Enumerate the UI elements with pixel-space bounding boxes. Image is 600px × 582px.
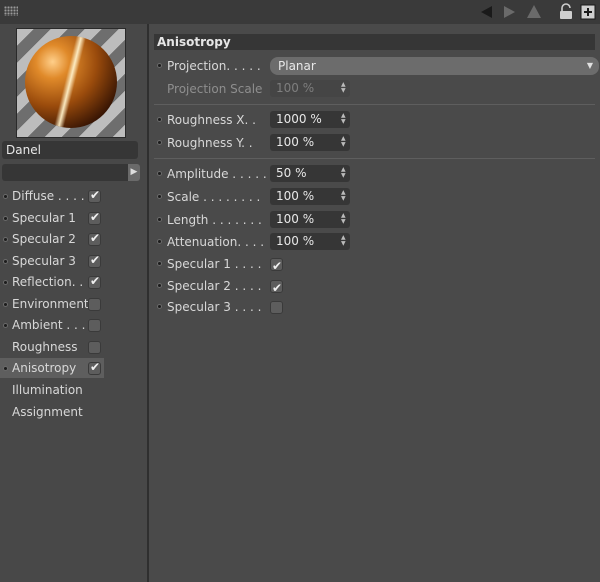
channel-checkbox[interactable] [88, 360, 101, 375]
material-selector[interactable] [2, 164, 128, 181]
material-arrow-icon[interactable]: ▶ [128, 164, 140, 181]
channel-label: Specular 2 [12, 232, 76, 246]
spinner-icon[interactable]: ▲ ▼ [341, 113, 347, 126]
animation-dot-icon[interactable] [157, 217, 162, 222]
up-arrow-icon[interactable] [525, 3, 543, 21]
animation-dot-icon[interactable] [157, 239, 162, 244]
specular-toggle-row: Specular 1 . . . . [154, 254, 595, 276]
lock-icon[interactable] [557, 3, 575, 21]
specular-toggle-label: Specular 1 . . . . [167, 257, 262, 271]
channel-dot-icon [3, 366, 8, 371]
scale-row: Scale . . . . . . . . 100 % ▲ ▼ [154, 187, 595, 207]
scale-field[interactable]: 100 % ▲ ▼ [270, 188, 350, 205]
amplitude-row: Amplitude . . . . . 50 % ▲ ▼ [154, 164, 595, 184]
animation-dot-icon[interactable] [157, 117, 162, 122]
roughness-y-label: Roughness Y. . [167, 136, 253, 150]
channel-checkbox[interactable] [88, 297, 101, 311]
channel-dot-icon [3, 301, 8, 307]
animation-dot-icon[interactable] [157, 171, 162, 176]
divider [154, 104, 595, 105]
channel-checkbox[interactable] [88, 210, 101, 225]
channel-label: Specular 3 [12, 253, 76, 268]
channel-checkbox[interactable] [88, 319, 101, 332]
amplitude-label: Amplitude . . . . . [167, 167, 267, 181]
channel-checkbox[interactable] [88, 231, 101, 246]
roughness-x-row: Roughness X. . 1000 % ▲ ▼ [154, 110, 595, 130]
channel-checkbox[interactable] [88, 340, 101, 354]
channel-sidebar: Danel ▶ Illumination Assignment Diffuse … [0, 24, 149, 582]
back-arrow-icon[interactable] [478, 3, 496, 21]
specular-toggle-label: Specular 3 . . . . [167, 300, 262, 314]
specular-toggle-checkbox[interactable] [270, 256, 283, 276]
spinner-icon[interactable]: ▲ ▼ [341, 136, 347, 149]
section-title: Anisotropy [154, 34, 595, 50]
roughness-y-row: Roughness Y. . 100 % ▲ ▼ [154, 133, 595, 153]
roughness-x-field[interactable]: 1000 % ▲ ▼ [270, 111, 350, 128]
animation-dot-icon[interactable] [157, 261, 162, 266]
forward-arrow-icon[interactable] [500, 3, 518, 21]
material-name-field[interactable]: Danel [2, 141, 138, 159]
channel-dot-icon [3, 258, 8, 264]
spinner-icon[interactable]: ▲ ▼ [341, 190, 347, 203]
projection-scale-row: Projection Scale 100 % ▲ ▼ [154, 79, 595, 99]
specular-toggle-label: Specular 2 . . . . [167, 278, 262, 293]
projection-scale-label: Projection Scale [167, 82, 263, 96]
divider [154, 158, 595, 159]
material-sphere [25, 36, 117, 128]
attenuation-label: Attenuation. . . . [167, 235, 265, 249]
channel-label: Environment [12, 296, 89, 311]
length-label: Length . . . . . . . [167, 213, 262, 227]
grip-icon[interactable] [4, 6, 18, 16]
channel-dot-icon [3, 237, 8, 242]
projection-label: Projection. . . . . [167, 59, 261, 73]
projection-row: Projection. . . . . Planar ▼ [154, 56, 599, 76]
specular-toggle-checkbox[interactable] [270, 301, 283, 314]
attenuation-field[interactable]: 100 % ▲ ▼ [270, 233, 350, 250]
roughness-x-label: Roughness X. . [167, 113, 256, 127]
projection-dropdown[interactable]: Planar ▼ [270, 57, 599, 75]
spinner-icon[interactable]: ▲ ▼ [341, 235, 347, 248]
channel-label: Specular 1 [12, 210, 76, 225]
length-row: Length . . . . . . . 100 % ▲ ▼ [154, 210, 595, 230]
spinner-icon[interactable]: ▲ ▼ [341, 213, 347, 226]
new-window-icon[interactable] [579, 3, 597, 21]
material-preview[interactable] [16, 28, 126, 138]
channel-dot-icon [3, 215, 8, 221]
length-field[interactable]: 100 % ▲ ▼ [270, 211, 350, 228]
attributes-panel: Anisotropy Projection. . . . . Planar ▼ … [149, 24, 600, 582]
roughness-y-field[interactable]: 100 % ▲ ▼ [270, 134, 350, 151]
sidebar-item-assignment[interactable]: Assignment [12, 402, 83, 422]
channel-label: Ambient . . . [12, 318, 86, 332]
animation-dot-icon[interactable] [157, 194, 162, 199]
projection-scale-field: 100 % ▲ ▼ [270, 80, 350, 97]
spinner-icon[interactable]: ▲ ▼ [341, 167, 347, 180]
scale-label: Scale . . . . . . . . [167, 190, 261, 204]
top-toolbar [0, 0, 600, 25]
animation-dot-icon[interactable] [157, 63, 162, 68]
animation-dot-icon[interactable] [157, 282, 162, 288]
channel-label: Reflection. . [12, 275, 84, 289]
channel-checkbox[interactable] [88, 253, 101, 268]
channel-dot-icon [3, 280, 8, 285]
channel-dot-icon [3, 194, 8, 199]
channel-dot-icon [3, 323, 8, 328]
specular-toggle-row: Specular 2 . . . . [154, 276, 595, 298]
channel-checkbox[interactable] [88, 274, 101, 289]
amplitude-field[interactable]: 50 % ▲ ▼ [270, 165, 350, 182]
channel-label: Roughness [12, 339, 78, 354]
channel-label: Anisotropy [12, 361, 77, 375]
animation-dot-icon[interactable] [157, 140, 162, 145]
channel-checkbox[interactable] [88, 188, 101, 203]
sidebar-item-illumination[interactable]: Illumination [12, 380, 83, 400]
specular-toggle-checkbox[interactable] [270, 278, 283, 298]
specular-toggle-row: Specular 3 . . . . [154, 297, 595, 317]
channel-label: Diffuse . . . . [12, 189, 85, 203]
chevron-down-icon: ▼ [586, 61, 593, 70]
attenuation-row: Attenuation. . . . 100 % ▲ ▼ [154, 232, 595, 252]
animation-dot-icon[interactable] [157, 304, 162, 309]
spinner-icon: ▲ ▼ [341, 81, 346, 94]
